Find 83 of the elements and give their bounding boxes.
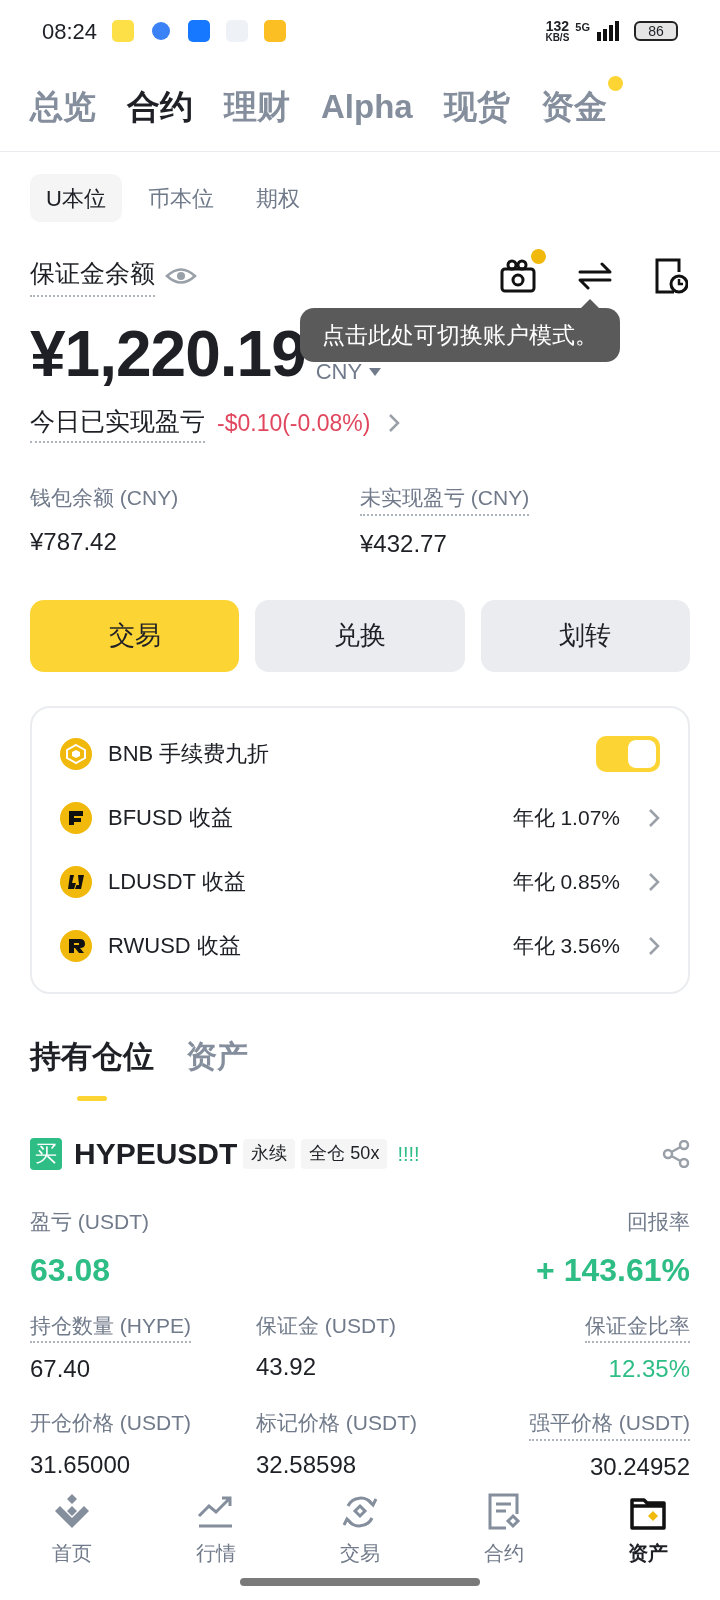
balance-label: 保证金余额: [30, 255, 155, 297]
chevron-right-icon: [648, 871, 660, 892]
field-label: 开仓价格 (USDT): [30, 1410, 191, 1436]
pnl-label: 盈亏 (USDT): [30, 1209, 149, 1235]
chevron-right-icon: [648, 935, 660, 956]
network-type: 5G: [575, 22, 590, 33]
top-tab[interactable]: 理财: [224, 81, 290, 132]
field-value: 32.58598: [256, 1449, 357, 1480]
nav-tab[interactable]: 合约: [432, 1482, 576, 1600]
pnl-value: 63.08: [30, 1250, 112, 1290]
earn-label: LDUSDT 收益: [108, 868, 247, 896]
roe-label: 回报率: [627, 1209, 690, 1235]
contract-tag: 全仓 50x: [301, 1138, 388, 1169]
side-badge: 买: [30, 1137, 62, 1170]
caret-icon: [368, 366, 383, 377]
field-label: 标记价格 (USDT): [256, 1410, 417, 1436]
share-icon[interactable]: [662, 1139, 690, 1168]
tooltip-pointer-icon: [580, 299, 600, 309]
stat-value: ¥787.42: [30, 526, 117, 557]
earn-list-item[interactable]: RWUSD 收益 年化 3.56%: [60, 913, 660, 978]
apr-value: 年化 1.07%: [512, 804, 620, 831]
stat-value: ¥432.77: [360, 528, 447, 559]
top-tab[interactable]: 资金: [540, 81, 607, 132]
coin-icon: [60, 801, 92, 834]
swap-icon[interactable]: [578, 262, 612, 290]
field-label: 强平价格 (USDT): [529, 1407, 690, 1441]
earn-label: RWUSD 收益: [108, 932, 242, 960]
coin-icon: [60, 737, 92, 770]
field-label: 持仓数量 (HYPE): [30, 1309, 191, 1343]
history-icon[interactable]: [654, 258, 688, 294]
earn-list-item[interactable]: LDUSDT 收益 年化 0.85%: [60, 849, 660, 914]
app-notification-icon: [111, 19, 136, 43]
gift-icon[interactable]: [500, 259, 536, 293]
top-tab[interactable]: 合约: [127, 81, 193, 132]
risk-indicator: !!!!: [397, 1141, 420, 1167]
contract-symbol: HYPEUSDT: [74, 1136, 238, 1172]
coin-icon: [60, 929, 92, 962]
contract-tag: 永续: [243, 1138, 296, 1169]
top-tab[interactable]: 现货: [443, 81, 510, 132]
network-speed: 132: [545, 19, 570, 33]
segment-tab[interactable]: 期权: [239, 174, 316, 222]
field-value: 12.35%: [608, 1354, 690, 1384]
roe-value: + 143.61%: [536, 1250, 690, 1290]
apr-value: 年化 0.85%: [512, 868, 620, 895]
action-button[interactable]: 划转: [480, 599, 690, 672]
segment-tab[interactable]: 币本位: [131, 174, 230, 222]
nav-tab[interactable]: 资产: [576, 1482, 720, 1600]
action-button[interactable]: 交易: [30, 599, 240, 672]
tab-underline: [77, 1096, 107, 1101]
top-tab[interactable]: Alpha: [321, 81, 413, 132]
segment-tab[interactable]: U本位: [30, 174, 122, 222]
nav-tab[interactable]: 首页: [0, 1482, 144, 1600]
signal-icon: [596, 20, 620, 42]
nav-tab[interactable]: 行情: [144, 1482, 288, 1600]
stat-label: 钱包余额 (CNY): [30, 485, 179, 511]
earn-list-item[interactable]: BFUSD 收益 年化 1.07%: [60, 785, 660, 850]
field-value: 43.92: [256, 1352, 317, 1382]
setting-label: BNB 手续费九折: [108, 740, 271, 768]
field-label: 保证金比率: [585, 1309, 690, 1343]
position-tab[interactable]: 持有仓位: [30, 1033, 154, 1080]
apr-value: 年化 3.56%: [512, 932, 620, 959]
field-value: 67.40: [30, 1354, 91, 1384]
battery-indicator: 86: [634, 21, 678, 41]
app-notification-icon: [263, 19, 288, 43]
realized-pnl-value: -$0.10(-0.08%): [217, 408, 371, 438]
chevron-right-icon[interactable]: [388, 413, 401, 433]
coin-icon: [60, 865, 92, 898]
chevron-right-icon: [648, 807, 660, 828]
nav-tab[interactable]: 交易: [288, 1482, 432, 1600]
action-button[interactable]: 兑换: [255, 599, 465, 672]
app-notification-icon: [187, 19, 212, 43]
position-tab[interactable]: 资产: [186, 1033, 248, 1080]
realized-pnl-label: 今日已实现盈亏: [30, 403, 205, 443]
field-label: 保证金 (USDT): [256, 1312, 396, 1339]
earn-label: BFUSD 收益: [108, 804, 234, 832]
top-tab[interactable]: 总览: [30, 81, 96, 132]
field-value: 31.65000: [30, 1449, 131, 1480]
field-value: 30.24952: [589, 1451, 690, 1482]
toggle-switch[interactable]: [596, 735, 660, 772]
status-time: 08:24: [42, 17, 98, 46]
network-speed-unit: KB/S: [545, 33, 570, 43]
eye-icon: [165, 265, 197, 287]
stat-label: 未实现盈亏 (CNY): [360, 482, 530, 516]
